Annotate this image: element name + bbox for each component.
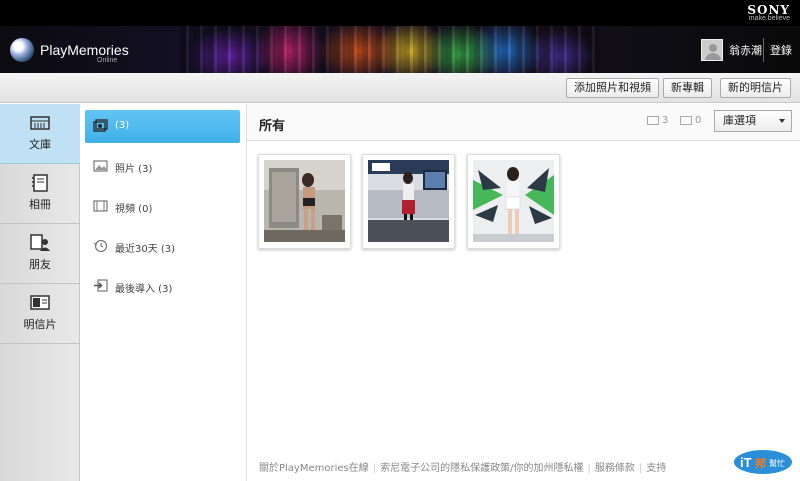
library-options-select[interactable]: 庫選項 <box>714 110 792 132</box>
header-divider <box>763 38 764 62</box>
page-title: 所有 <box>259 119 286 134</box>
sony-tagline: make.believe <box>748 15 790 22</box>
clock-icon <box>93 239 108 252</box>
all-media-icon <box>93 119 108 132</box>
watermark-it: iT <box>740 455 752 470</box>
sidebar: 文庫 相冊 朋友 明信片 <box>0 104 80 481</box>
sidebar-item-library[interactable]: 文庫 <box>0 104 80 164</box>
filter-label: 視頻 (0) <box>115 204 153 215</box>
photo-count-icon <box>647 116 659 125</box>
footer-terms-link[interactable]: 服務條款 <box>595 459 635 474</box>
footer-divider: | <box>638 463 643 474</box>
watermark-help: 幫忙 <box>769 458 785 468</box>
video-count-icon <box>680 116 692 125</box>
filter-label: 照片 (3) <box>115 164 153 175</box>
app-subtitle: Online <box>97 57 118 64</box>
login-link[interactable]: 登錄 <box>770 42 792 58</box>
video-count: 0 <box>680 115 701 126</box>
filter-panel: (3) 照片 (3) 視頻 (0) 最近30天 (3) 最後導入 (3) <box>80 104 247 481</box>
username[interactable]: 翁赤潮 <box>729 42 762 58</box>
new-album-button[interactable]: 新專輯 <box>663 78 712 98</box>
add-media-button[interactable]: 添加照片和視頻 <box>566 78 659 98</box>
album-icon <box>32 174 48 192</box>
filter-label: 最後導入 (3) <box>115 284 173 295</box>
video-count-value: 0 <box>695 115 702 126</box>
footer-privacy-link[interactable]: 索尼電子公司的隱私保護政策/你的加州隱私權 <box>380 459 583 474</box>
sidebar-item-postcards[interactable]: 明信片 <box>0 284 80 344</box>
photo-count: 3 <box>647 115 668 126</box>
footer-about-link[interactable]: 關於PlayMemories在線 <box>259 459 369 474</box>
avatar[interactable] <box>701 38 723 61</box>
friends-icon <box>30 234 50 251</box>
sidebar-item-label: 相冊 <box>29 198 51 211</box>
ithome-watermark-logo: iT 邦 幫忙 <box>732 448 794 476</box>
filter-label: 最近30天 (3) <box>115 244 176 255</box>
sony-top-bar: SONY make.believe <box>0 0 800 26</box>
photo-icon <box>93 160 108 172</box>
footer-divider: | <box>587 463 591 474</box>
postcard-icon <box>30 295 50 310</box>
library-icon <box>30 116 50 130</box>
sidebar-item-label: 文庫 <box>29 138 51 151</box>
footer-support-link[interactable]: 支持 <box>646 459 666 474</box>
content-header: 所有 3 0 庫選項 <box>247 104 800 141</box>
photo-expo-booth <box>368 160 449 242</box>
thumbnail[interactable] <box>467 154 560 249</box>
thumbnail[interactable] <box>258 154 351 249</box>
sidebar-item-label: 朋友 <box>29 258 51 271</box>
filter-photos[interactable]: 照片 (3) <box>85 150 240 183</box>
sidebar-item-friends[interactable]: 朋友 <box>0 224 80 284</box>
header-decoration <box>180 26 600 73</box>
playmemories-logo-icon[interactable] <box>10 38 34 62</box>
photo-showgirl-stage <box>473 160 554 242</box>
thumbnail[interactable] <box>362 154 455 249</box>
filter-all[interactable]: (3) <box>85 110 240 143</box>
watermark-bang: 邦 <box>755 456 766 470</box>
import-icon <box>94 279 108 292</box>
filter-last-import[interactable]: 最後導入 (3) <box>85 270 240 303</box>
toolbar: 添加照片和視頻 新專輯 新的明信片 <box>0 73 800 103</box>
photo-count-value: 3 <box>662 115 669 126</box>
filter-label: (3) <box>115 120 130 131</box>
app-title[interactable]: PlayMemories <box>40 42 129 58</box>
user-menu[interactable]: 翁赤潮 <box>701 26 762 73</box>
photo-mirror-selfie <box>264 160 345 242</box>
footer-divider: | <box>372 463 377 474</box>
chevron-down-icon <box>779 119 785 123</box>
sidebar-item-label: 明信片 <box>23 318 57 331</box>
new-postcard-button[interactable]: 新的明信片 <box>720 78 791 98</box>
filter-recent-30-days[interactable]: 最近30天 (3) <box>85 230 240 263</box>
app-header: PlayMemories Online 翁赤潮 登錄 <box>0 26 800 73</box>
sidebar-item-albums[interactable]: 相冊 <box>0 164 80 224</box>
video-icon <box>93 200 108 212</box>
main-content: 所有 3 0 庫選項 關於PlayMemories在線 | 索尼電子公司的隱私保… <box>247 104 800 481</box>
footer-links: 關於PlayMemories在線 | 索尼電子公司的隱私保護政策/你的加州隱私權 | 服… <box>259 459 666 474</box>
filter-videos[interactable]: 視頻 (0) <box>85 190 240 223</box>
select-value: 庫選項 <box>723 114 756 127</box>
